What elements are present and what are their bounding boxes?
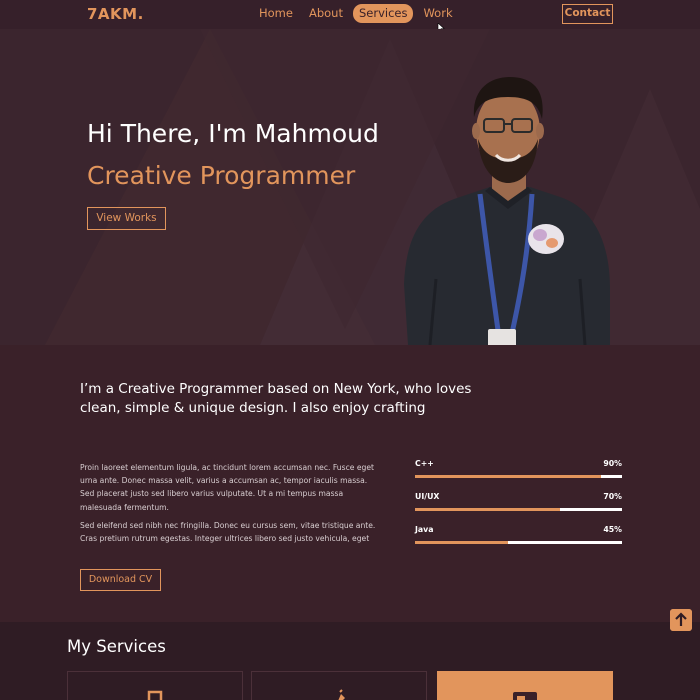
skill-item: Java 45%: [415, 525, 622, 558]
skill-bar-fill: [415, 475, 602, 478]
skill-bar-track: [415, 541, 622, 544]
nav-link-home[interactable]: Home: [253, 4, 299, 23]
view-works-button[interactable]: View Works: [87, 207, 166, 230]
skill-name: C++: [415, 459, 434, 468]
service-layout-icon: [513, 692, 537, 700]
scroll-top-arrow-icon[interactable]: [670, 609, 692, 631]
nav-link-services[interactable]: Services: [352, 4, 414, 23]
top-navbar: 7AKM. Home About Services Work Contact: [0, 0, 700, 29]
skill-percent: 90%: [603, 459, 622, 468]
skills-list: C++ 90% UI/UX 70% Java 45%: [415, 459, 622, 558]
service-pen-icon: [338, 689, 345, 700]
contact-button[interactable]: Contact: [562, 4, 613, 24]
nav-links: Home About Services Work: [253, 4, 459, 23]
service-card[interactable]: [251, 671, 427, 700]
skill-bar-track: [415, 508, 622, 511]
services-title: My Services: [67, 637, 166, 656]
site-logo[interactable]: 7AKM.: [87, 5, 144, 23]
about-paragraph-1: Proin laoreet elementum ligula, ac tinci…: [80, 463, 374, 512]
hero-greeting: Hi There, I'm Mahmoud: [87, 119, 379, 148]
service-mobile-icon: [147, 690, 163, 700]
skill-item: C++ 90%: [415, 459, 622, 492]
download-cv-button[interactable]: Download CV: [80, 569, 161, 591]
about-paragraph-2: Sed eleifend sed nibh nec fringilla. Don…: [80, 521, 376, 544]
hero-role: Creative Programmer: [87, 161, 356, 190]
service-card-active[interactable]: [437, 671, 613, 700]
profile-photo: [404, 77, 610, 345]
skill-percent: 70%: [603, 492, 622, 501]
skill-bar-fill: [415, 508, 560, 511]
skill-name: UI/UX: [415, 492, 440, 501]
skill-item: UI/UX 70%: [415, 492, 622, 525]
about-heading: I’m a Creative Programmer based on New Y…: [80, 381, 472, 416]
hero-section: Hi There, I'm Mahmoud Creative Programme…: [0, 29, 700, 345]
service-card[interactable]: [67, 671, 243, 700]
skill-bar-track: [415, 475, 622, 478]
skill-percent: 45%: [603, 525, 622, 534]
services-section: My Services: [0, 622, 700, 700]
skill-bar-fill: [415, 541, 509, 544]
nav-link-about[interactable]: About: [303, 4, 349, 23]
skill-name: Java: [415, 525, 434, 534]
nav-link-work[interactable]: Work: [417, 4, 458, 23]
